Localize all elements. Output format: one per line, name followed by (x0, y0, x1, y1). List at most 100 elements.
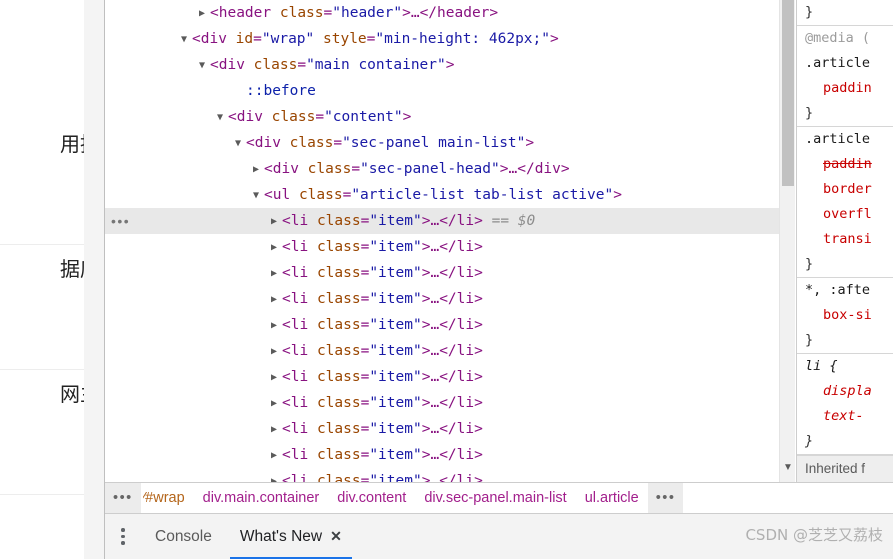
dom-row-selected[interactable]: •••<li class="item">…</li> == $0 (105, 208, 795, 234)
triangle-right-icon[interactable] (271, 261, 282, 287)
breadcrumb-item[interactable]: div.main.container (194, 483, 329, 513)
triangle-right-icon[interactable] (271, 209, 282, 235)
css-property[interactable]: paddin (805, 76, 893, 101)
close-icon[interactable]: ✕ (330, 514, 342, 559)
dom-row[interactable]: <li class="item">…</li> (105, 416, 795, 442)
token-punct (245, 57, 254, 73)
triangle-right-icon[interactable] (199, 1, 210, 27)
token-punct: </ (439, 369, 457, 385)
triangle-right-icon[interactable] (271, 365, 282, 391)
triangle-right-icon[interactable] (271, 287, 282, 313)
token-punct: </ (439, 213, 457, 229)
dom-row[interactable]: <li class="item">…</li> (105, 286, 795, 312)
dom-tree-scrollbar[interactable] (779, 0, 795, 482)
dom-row[interactable]: <div class="main container"> (105, 52, 795, 78)
scroll-down-arrow-icon[interactable] (780, 460, 795, 476)
triangle-right-icon[interactable] (271, 313, 282, 339)
dom-row[interactable]: <li class="item">…</li> (105, 260, 795, 286)
css-property[interactable]: border (805, 177, 893, 202)
css-rule[interactable]: } (797, 0, 893, 26)
token-punct: </ (439, 421, 457, 437)
css-property[interactable]: box-si (805, 303, 893, 328)
triangle-down-icon[interactable] (181, 27, 192, 53)
breadcrumb-item[interactable]: ul.article (576, 483, 648, 513)
token-punct: < (282, 317, 291, 333)
triangle-down-icon[interactable] (217, 105, 228, 131)
breadcrumb-overflow-left[interactable]: ••• (105, 483, 141, 513)
dom-tree-scrollbar-thumb[interactable] (782, 0, 794, 186)
triangle-right-icon[interactable] (271, 391, 282, 417)
triangle-right-icon[interactable] (271, 235, 282, 261)
token-attr: class (316, 291, 361, 307)
dom-row[interactable]: <li class="item">…</li> (105, 468, 795, 482)
triangle-down-icon[interactable] (199, 53, 210, 79)
css-property[interactable]: text- (805, 404, 893, 429)
dom-row[interactable]: <div class="content"> (105, 104, 795, 130)
token-attr: class (307, 161, 352, 177)
token-tag: li (290, 369, 309, 385)
elements-panel[interactable]: <header class="header">…</header><div id… (105, 0, 795, 482)
dom-row[interactable]: <header class="header">…</header> (105, 0, 795, 26)
token-value: "header" (332, 5, 403, 21)
dom-row[interactable]: <li class="item">…</li> (105, 338, 795, 364)
triangle-down-icon[interactable] (235, 131, 246, 157)
css-rule[interactable]: li {displa text-} (797, 354, 893, 455)
breadcrumb-item[interactable]: div.sec-panel.main-list (415, 483, 575, 513)
styles-panel[interactable]: } @media (.article paddin} .article paddin bo… (796, 0, 893, 482)
token-punct: = (351, 161, 361, 177)
dom-row[interactable]: <li class="item">…</li> (105, 364, 795, 390)
dom-row[interactable]: <div class="sec-panel-head">…</div> (105, 156, 795, 182)
token-punct (227, 31, 236, 47)
drawer-tab-what-s-new[interactable]: What's New ✕ (226, 514, 356, 559)
dom-row[interactable]: <li class="item">…</li> (105, 390, 795, 416)
triangle-right-icon[interactable] (271, 339, 282, 365)
dom-tree[interactable]: <header class="header">…</header><div id… (105, 0, 795, 482)
devtools-window: <header class="header">…</header><div id… (104, 0, 893, 559)
breadcrumb-item[interactable]: div.content (328, 483, 415, 513)
token-attr: class (316, 213, 361, 229)
dom-row[interactable]: <ul class="article-list tab-list active"… (105, 182, 795, 208)
css-rule[interactable]: *, :afte box-si} (797, 278, 893, 354)
token-punct (271, 5, 280, 21)
dom-row-content: <li class="item">…</li> (271, 286, 483, 313)
triangle-right-icon[interactable] (271, 417, 282, 443)
dom-row-content: <li class="item">…</li> (271, 442, 483, 469)
dom-row[interactable]: <li class="item">…</li> (105, 234, 795, 260)
dom-row[interactable]: <div id="wrap" style="min-height: 462px;… (105, 26, 795, 52)
dom-row[interactable]: <li class="item">…</li> (105, 442, 795, 468)
token-punct: > (402, 5, 411, 21)
token-punct (308, 265, 317, 281)
breadcrumb[interactable]: •••#wrapdiv.main.containerdiv.contentdiv… (105, 482, 893, 514)
drawer-tab-console[interactable]: Console (141, 514, 226, 559)
triangle-right-icon[interactable] (271, 443, 282, 469)
token-attr: class (316, 343, 361, 359)
triangle-right-icon[interactable] (253, 157, 264, 183)
token-attr: class (316, 421, 361, 437)
css-rule[interactable]: @media (.article paddin} (797, 26, 893, 127)
breadcrumb-item-label: div.main.container (202, 490, 320, 506)
css-property[interactable]: paddin (805, 152, 893, 177)
triangle-down-icon[interactable] (253, 183, 264, 209)
kebab-menu-icon[interactable] (105, 514, 141, 559)
breadcrumb-item[interactable]: #wrap (143, 483, 194, 513)
css-rule[interactable]: .article paddin border overfl transi} (797, 127, 893, 278)
dom-row[interactable]: <div class="sec-panel main-list"> (105, 130, 795, 156)
token-punct: < (210, 57, 219, 73)
breadcrumb-item-label: div.sec-panel.main-list (424, 490, 567, 506)
css-media-query: @media ( (805, 30, 871, 46)
token-punct: < (264, 161, 273, 177)
token-punct: > (474, 421, 483, 437)
css-property[interactable]: transi (805, 227, 893, 252)
triangle-right-icon[interactable] (271, 469, 282, 482)
token-tag: li (290, 421, 309, 437)
token-tag: header (218, 5, 272, 21)
dom-row-content: <li class="item">…</li> (271, 364, 483, 391)
token-punct (308, 239, 317, 255)
dom-row[interactable]: ::before (105, 78, 795, 104)
page-gutter (84, 0, 104, 559)
css-property[interactable]: overfl (805, 202, 893, 227)
dom-row[interactable]: <li class="item">…</li> (105, 312, 795, 338)
breadcrumb-overflow-right[interactable]: ••• (647, 483, 684, 513)
row-actions-icon[interactable]: ••• (111, 208, 130, 234)
css-property[interactable]: displa (805, 379, 893, 404)
